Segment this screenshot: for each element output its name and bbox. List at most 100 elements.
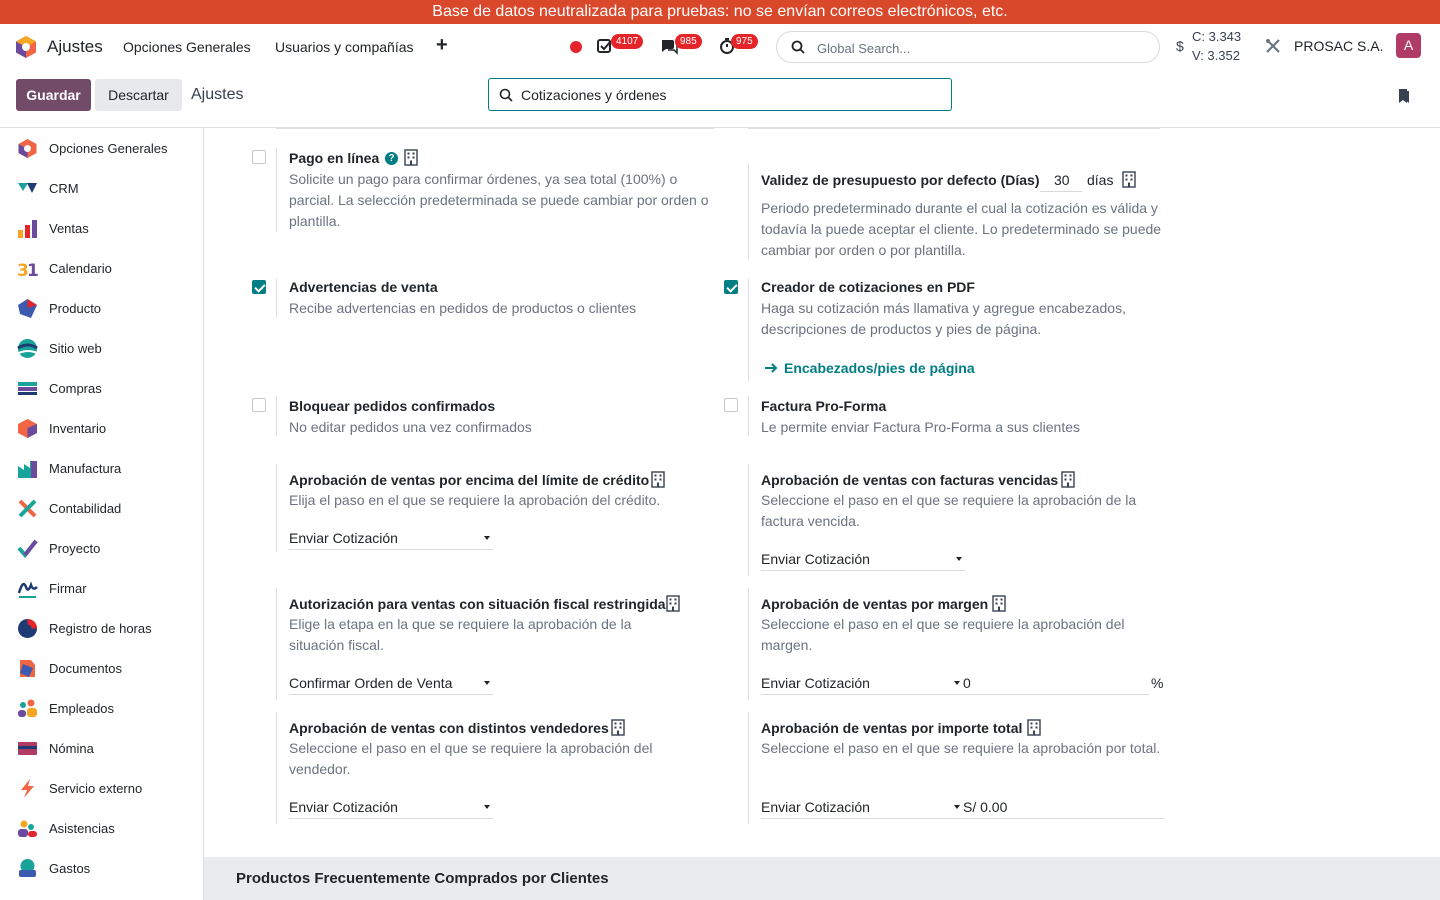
sidebar-item-label: Documentos — [49, 661, 122, 676]
help-icon[interactable]: ? — [385, 152, 398, 165]
sales-icon — [18, 220, 37, 238]
select-value: Confirmar Orden de Venta — [289, 675, 453, 691]
global-search-input[interactable] — [817, 38, 1137, 58]
setting-description: Seleccione el paso en el que se requiere… — [761, 740, 1161, 756]
field-service-icon — [21, 779, 34, 798]
setting-title: Aprobación de ventas por margen — [761, 596, 989, 612]
sidebar-item-employees[interactable]: Empleados — [0, 688, 203, 728]
pdf-builder-checkbox[interactable] — [724, 280, 738, 294]
exchange-rate-buy: C: 3.343 — [1192, 29, 1242, 44]
overdue-invoices-step-select[interactable]: Enviar Cotización — [761, 549, 965, 571]
settings-search-input[interactable] — [521, 86, 941, 104]
sidebar-item-sales[interactable]: Ventas — [0, 208, 203, 248]
setting-title: Aprobación de ventas con facturas vencid… — [761, 472, 1059, 488]
setting-description: Recibe advertencias en pedidos de produc… — [289, 300, 637, 316]
setting-title: Bloquear pedidos confirmados — [289, 398, 496, 414]
sign-icon — [17, 581, 38, 598]
general-settings-icon — [18, 139, 37, 158]
sidebar-item-calendar[interactable]: 31 Calendario — [0, 248, 203, 288]
lock-orders-checkbox[interactable] — [252, 398, 266, 412]
app-name[interactable]: Ajustes — [47, 37, 103, 57]
sidebar-item-crm[interactable]: CRM — [0, 168, 203, 208]
top-navbar: Ajustes Opciones Generales Usuarios y co… — [0, 24, 1440, 70]
sidebar-item-expenses[interactable]: Gastos — [0, 848, 203, 888]
attendances-icon — [18, 820, 37, 837]
select-value: Enviar Cotización — [289, 799, 398, 815]
debug-tools-icon[interactable] — [1265, 38, 1281, 54]
crm-icon — [18, 183, 37, 193]
setting-description: Seleccione el paso en el que se requiere… — [761, 616, 1125, 653]
save-button[interactable]: Guardar — [16, 79, 91, 111]
setting-description: Periodo predeterminado durante el cual l… — [761, 200, 1162, 258]
search-icon — [791, 40, 805, 54]
setting-title: Factura Pro-Forma — [761, 398, 887, 414]
online-payment-checkbox[interactable] — [252, 150, 266, 164]
validity-days-value: 30 — [1054, 172, 1070, 188]
setting-description: Solicite un pago para confirmar órdenes,… — [289, 171, 709, 229]
user-avatar[interactable]: A — [1396, 33, 1421, 58]
setting-divider — [748, 588, 749, 700]
sidebar-item-inventory[interactable]: Inventario — [0, 408, 203, 448]
chevron-down-icon — [956, 557, 962, 561]
sidebar-item-payroll[interactable]: Nómina — [0, 728, 203, 768]
discard-button[interactable]: Descartar — [95, 79, 182, 111]
sidebar-item-attendances[interactable]: Asistencias — [0, 808, 203, 848]
sidebar-item-field-service[interactable]: Servicio externo — [0, 768, 203, 808]
salespersons-step-select[interactable]: Enviar Cotización — [289, 797, 493, 819]
setting-title: Autorización para ventas con situación f… — [289, 596, 666, 612]
sidebar-item-timesheet[interactable]: Registro de horas — [0, 608, 203, 648]
select-value: Enviar Cotización — [289, 530, 398, 546]
company-switcher[interactable]: PROSAC S.A. — [1294, 38, 1383, 54]
margin-unit: % — [1151, 675, 1164, 691]
sale-warnings-checkbox[interactable] — [252, 280, 266, 294]
menu-users-companies[interactable]: Usuarios y compañías — [275, 39, 414, 55]
credit-limit-step-select[interactable]: Enviar Cotización — [289, 528, 493, 550]
sidebar-item-sign[interactable]: Firmar — [0, 568, 203, 608]
sidebar-item-label: Proyecto — [49, 541, 101, 556]
recording-dot-icon[interactable] — [570, 41, 582, 53]
sidebar-item-documents[interactable]: Documentos — [0, 648, 203, 688]
menu-general-options[interactable]: Opciones Generales — [123, 39, 251, 55]
global-search-box[interactable] — [776, 31, 1160, 63]
sidebar-item-general-settings[interactable]: Opciones Generales — [0, 128, 203, 168]
timesheet-icon — [18, 619, 37, 638]
control-panel: Guardar Descartar Ajustes — [0, 70, 1440, 128]
fiscal-restricted-step-select[interactable]: Confirmar Orden de Venta — [289, 673, 493, 695]
manufacturing-icon — [18, 461, 37, 478]
sidebar-item-accounting[interactable]: Contabilidad — [0, 488, 203, 528]
setting-title: Aprobación de ventas por importe total — [761, 720, 1023, 736]
margin-step-select[interactable]: Enviar Cotización — [761, 673, 963, 695]
sidebar-item-purchase[interactable]: Compras — [0, 368, 203, 408]
total-amount-step-select[interactable]: Enviar Cotización — [761, 797, 963, 819]
plus-icon[interactable]: + — [436, 34, 448, 57]
chevron-down-icon — [484, 681, 490, 685]
setting-title: Advertencias de venta — [289, 279, 438, 295]
setting-title: Aprobación de ventas con distintos vende… — [289, 720, 609, 736]
setting-divider — [276, 278, 277, 318]
setting-description: Elija el paso en el que se requiere la a… — [289, 492, 661, 508]
company-building-icon — [611, 719, 625, 736]
settings-app-icon[interactable] — [14, 35, 38, 59]
headers-footers-link[interactable]: Encabezados/pies de página — [784, 360, 975, 376]
sidebar-item-label: Sitio web — [49, 341, 102, 356]
setting-description: Le permite enviar Factura Pro-Forma a su… — [761, 419, 1081, 435]
calendar-icon: 31 — [17, 261, 38, 279]
purchase-icon — [18, 382, 37, 395]
sidebar-item-website[interactable]: Sitio web — [0, 328, 203, 368]
settings-search-box[interactable] — [488, 78, 952, 111]
bookmark-icon[interactable] — [1397, 88, 1411, 104]
margin-value-input[interactable]: 0 — [963, 673, 1149, 695]
setting-description: No editar pedidos una vez confirmados — [289, 419, 532, 435]
sidebar-item-label: Contabilidad — [49, 501, 122, 516]
total-amount-input[interactable]: S/ 0.00 — [963, 797, 1164, 819]
setting-divider — [276, 148, 277, 232]
sidebar-item-project[interactable]: Proyecto — [0, 528, 203, 568]
validity-days-input[interactable]: 30 — [1040, 170, 1082, 192]
page-title: Ajustes — [191, 86, 244, 103]
setting-description: Seleccione el paso en el que se requiere… — [289, 740, 653, 777]
sidebar-item-label: Producto — [49, 301, 102, 316]
sidebar-item-product[interactable]: Producto — [0, 288, 203, 328]
proforma-checkbox[interactable] — [724, 398, 738, 412]
sidebar-item-label: Opciones Generales — [49, 141, 168, 156]
sidebar-item-manufacturing[interactable]: Manufactura — [0, 448, 203, 488]
